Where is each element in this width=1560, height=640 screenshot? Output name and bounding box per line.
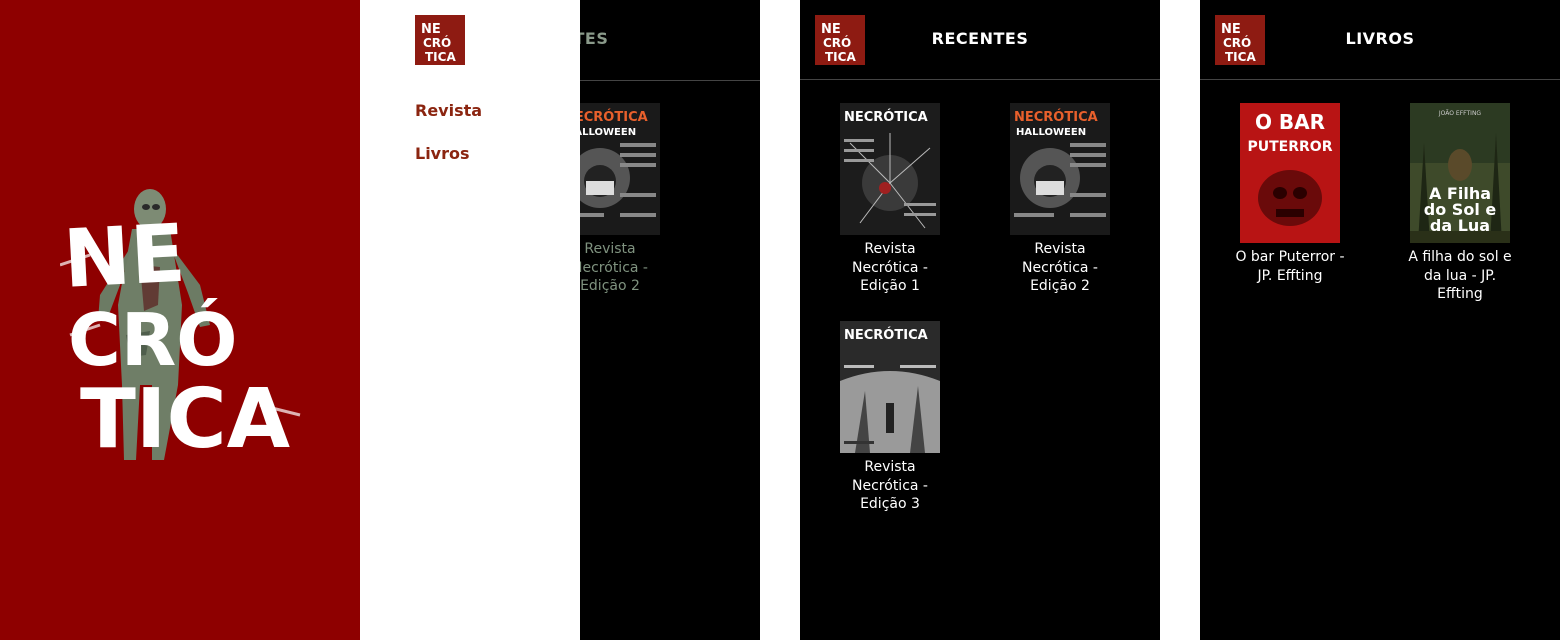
- splash-screen: NE CRÓ TICA: [0, 0, 360, 640]
- book-cover-o-bar-puterror: O BAR PUTERROR: [1240, 103, 1340, 243]
- book-card-o-bar-puterror[interactable]: O BAR PUTERROR O bar Puterror - JP. Efft…: [1225, 103, 1355, 285]
- cover-author: JOÃO EFFTING: [1438, 110, 1482, 117]
- necrotica-splash-logo: NE CRÓ TICA: [60, 189, 301, 465]
- page-title: LIVROS: [1345, 29, 1415, 48]
- svg-text:NE: NE: [61, 207, 187, 306]
- app-header: NE CRÓ TICA LIVROS: [1200, 0, 1560, 80]
- book-title: A filha do sol e da lua - JP. Effting: [1408, 249, 1512, 302]
- logo-lettering: NE CRÓ TICA: [61, 207, 290, 465]
- svg-text:NE: NE: [421, 22, 441, 37]
- svg-text:TICA: TICA: [80, 372, 291, 465]
- magazine-title: Revista Necrótica - Edição 3: [852, 459, 928, 512]
- magazine-card-edition-1[interactable]: NECRÓTICA Revista Necrótica - Edição 1: [825, 103, 955, 296]
- svg-text:CRÓ: CRÓ: [423, 35, 451, 50]
- drawer-item-livros[interactable]: Livros: [415, 144, 470, 163]
- cover-subtitle: HALLOWEEN: [1016, 127, 1086, 138]
- svg-text:TICA: TICA: [1225, 50, 1256, 64]
- svg-text:TICA: TICA: [825, 50, 856, 64]
- page-title: RECENTES: [931, 29, 1029, 48]
- cover-masthead: NECRÓTICA: [844, 109, 928, 125]
- cover-masthead: NECRÓTICA: [1014, 109, 1098, 125]
- cover-title-line: O BAR: [1255, 110, 1325, 134]
- book-card-a-filha-do-sol[interactable]: JOÃO EFFTING A Filha do Sol e da Lua A f…: [1395, 103, 1525, 304]
- necrotica-logo-icon: NE CRÓ TICA: [415, 15, 465, 65]
- drawer-screen: RECENTES NECRÓTICA HALLOWEEN Revista Nec…: [360, 0, 760, 640]
- magazine-card-edition-3[interactable]: NECRÓTICA Revista Necrótica - Edição 3: [825, 321, 955, 514]
- drawer-item-revista[interactable]: Revista: [415, 101, 482, 120]
- livros-screen: NE CRÓ TICA LIVROS O BAR PUTERROR O bar …: [1200, 0, 1560, 640]
- magazine-title: Revista Necrótica - Edição 1: [852, 241, 928, 294]
- magazine-cover-edition-1: NECRÓTICA: [840, 103, 940, 235]
- magazine-cover-edition-3: NECRÓTICA: [840, 321, 940, 453]
- svg-text:TICA: TICA: [425, 50, 456, 64]
- svg-text:CRÓ: CRÓ: [68, 298, 238, 382]
- magazine-title: Revista Necrótica - Edição 2: [1022, 241, 1098, 294]
- book-title: O bar Puterror - JP. Effting: [1235, 249, 1345, 284]
- recentes-screen: NE CRÓ TICA RECENTES NECRÓTICA Revista N…: [800, 0, 1160, 640]
- book-cover-a-filha-do-sol: JOÃO EFFTING A Filha do Sol e da Lua: [1410, 103, 1510, 243]
- drawer-logo: NE CRÓ TICA: [415, 15, 465, 65]
- cover-masthead: NECRÓTICA: [844, 327, 928, 343]
- navigation-drawer: NE CRÓ TICA Revista Livros: [360, 0, 580, 640]
- app-header: NE CRÓ TICA RECENTES: [800, 0, 1160, 80]
- cover-title-line: da Lua: [1430, 216, 1490, 235]
- cover-title-line: PUTERROR: [1248, 139, 1333, 155]
- magazine-card-edition-2[interactable]: NECRÓTICA HALLOWEEN Revista Necrótica - …: [995, 103, 1125, 296]
- magazine-cover-edition-2: NECRÓTICA HALLOWEEN: [1010, 103, 1110, 235]
